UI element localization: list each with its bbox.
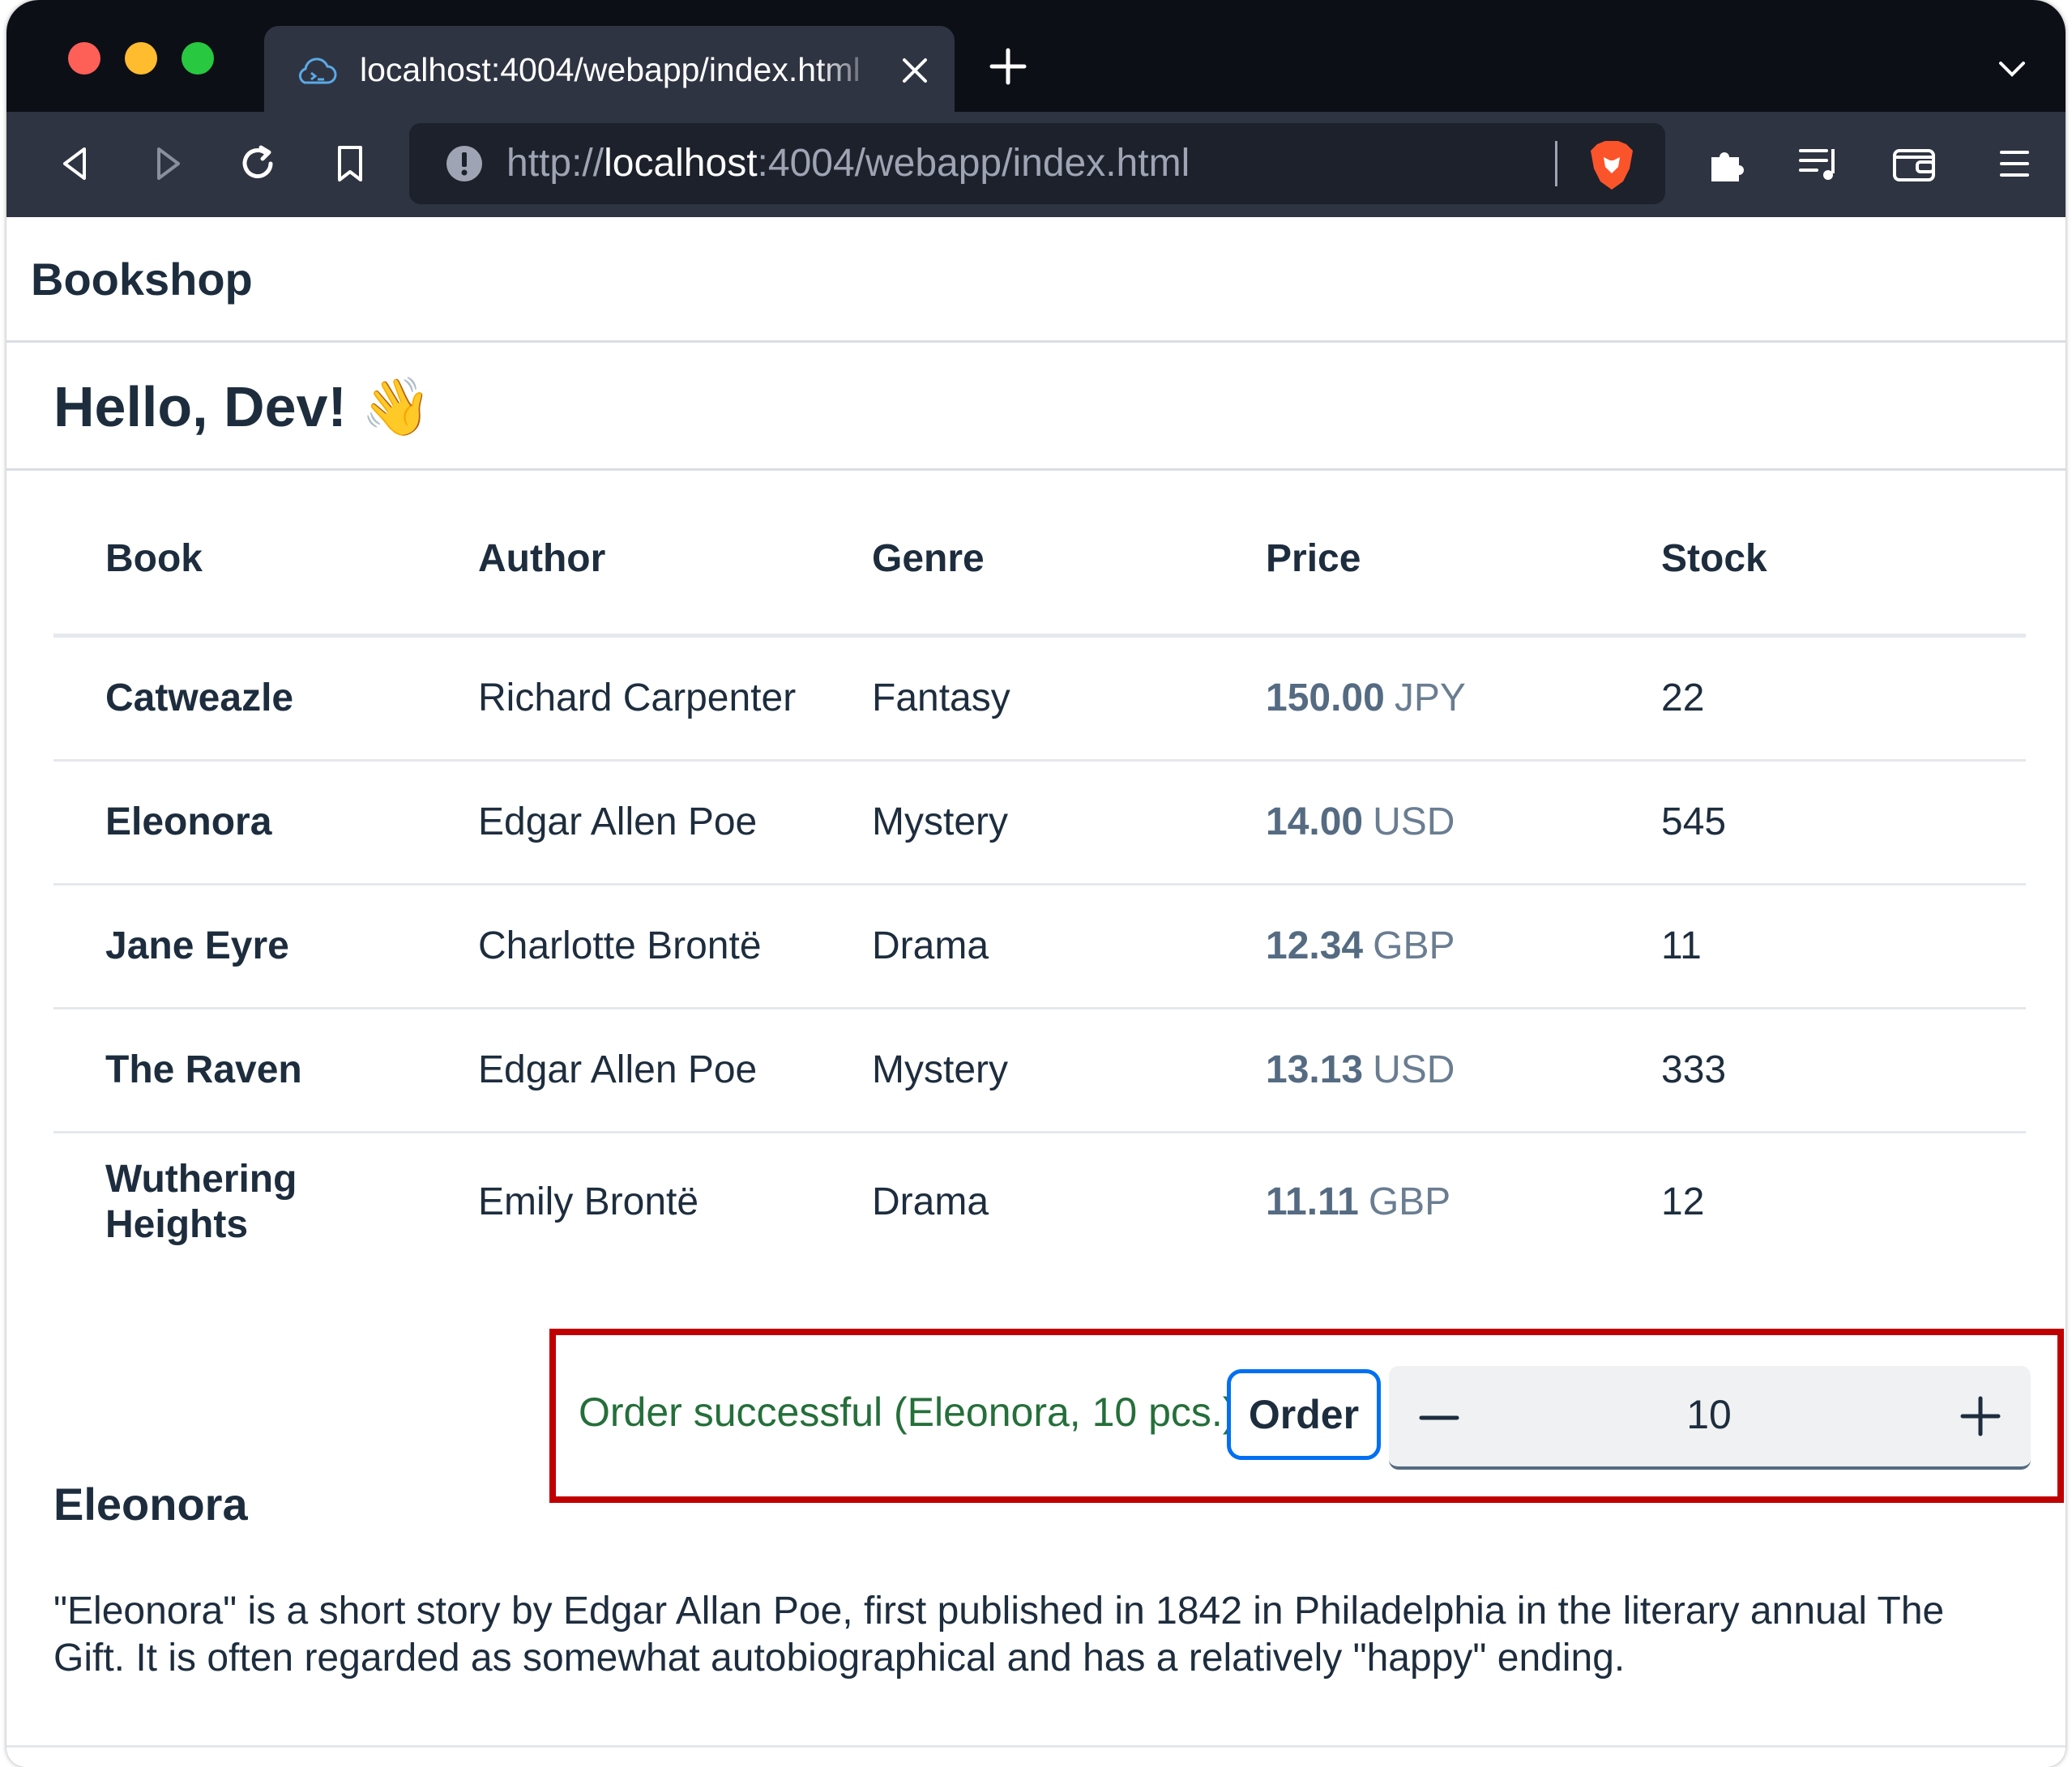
table-row[interactable]: The Raven Edgar Allen Poe Mystery 13.13 U… [53,1009,2026,1133]
minus-icon[interactable] [1416,1395,1462,1440]
table-row[interactable]: Wuthering Heights Emily Brontë Drama 11.… [53,1133,2026,1271]
plus-icon[interactable] [1958,1394,2003,1439]
playlist-icon[interactable] [1796,139,1844,188]
page-header: Hello, Dev! 👋 [6,343,2066,471]
order-button[interactable]: Order [1227,1369,1381,1460]
book-title-cell: Catweazle [105,676,294,719]
minimize-window-button[interactable] [125,42,157,75]
price-value: 11.11 [1266,1180,1359,1223]
cloud-icon [298,58,337,84]
puzzle-icon[interactable] [1703,139,1752,188]
quantity-input[interactable]: 10 [1486,1390,1932,1439]
detail-description: "Eleonora" is a short story by Edgar All… [53,1590,1945,1680]
greeting-text: Hello, Dev! [53,375,347,438]
author-cell: Charlotte Brontë [478,924,762,967]
url-scheme: http:// [506,142,605,185]
chevron-down-icon[interactable] [1996,53,2028,86]
column-header-genre[interactable]: Genre [872,536,985,581]
price-currency: USD [1373,800,1455,843]
price-cell: 11.11 GBP [1266,1180,1450,1225]
waving-hand-icon: 👋 [361,373,432,440]
books-table: Book Author Genre Price Stock Catweazle … [53,502,2026,1271]
maximize-window-button[interactable] [182,42,214,75]
column-header-author[interactable]: Author [478,536,605,581]
genre-cell: Drama [872,924,989,967]
genre-cell: Mystery [872,1048,1008,1091]
genre-cell: Drama [872,1180,989,1223]
page-title: Hello, Dev! 👋 [53,373,432,441]
tab-strip: localhost:4004/webapp/index.html [6,0,2066,113]
stock-cell: 22 [1661,676,1705,719]
book-title-cell: Wuthering Heights [105,1158,297,1246]
price-cell: 14.00 USD [1266,800,1455,845]
price-value: 14.00 [1266,800,1364,843]
browser-window: localhost:4004/webapp/index.html http://… [6,0,2066,1767]
book-title-cell: Jane Eyre [105,924,289,967]
close-icon[interactable] [901,57,929,84]
app-title[interactable]: Bookshop [31,253,253,305]
forward-icon[interactable] [143,139,191,188]
browser-toolbar: http://localhost:4004/webapp/index.html [6,112,2066,217]
column-header-price[interactable]: Price [1266,536,1361,581]
book-title-cell: The Raven [105,1048,302,1091]
stock-cell: 545 [1661,800,1727,843]
book-title-cell: Eleonora [105,800,272,843]
browser-tab[interactable]: localhost:4004/webapp/index.html [264,26,955,113]
price-cell: 13.13 USD [1266,1048,1455,1093]
detail-title: Eleonora [53,1479,248,1530]
author-cell: Edgar Allen Poe [478,1048,758,1091]
price-cell: 12.34 GBP [1266,924,1455,969]
divider [6,1745,2066,1748]
plus-icon[interactable] [989,47,1027,86]
stock-cell: 12 [1661,1180,1705,1223]
tab-title: localhost:4004/webapp/index.html [360,51,861,88]
author-cell: Richard Carpenter [478,676,797,719]
table-header: Book Author Genre Price Stock [53,502,2026,638]
reload-icon[interactable] [233,139,282,188]
price-value: 12.34 [1266,924,1364,967]
wallet-icon[interactable] [1890,139,1938,188]
stock-cell: 11 [1661,924,1702,967]
price-currency: JPY [1394,676,1466,719]
url-host: localhost [604,142,758,185]
genre-cell: Fantasy [872,676,1010,719]
table-row[interactable]: Catweazle Richard Carpenter Fantasy 150.… [53,638,2026,762]
table-row[interactable]: Eleonora Edgar Allen Poe Mystery 14.00 US… [53,762,2026,886]
price-currency: USD [1373,1048,1455,1091]
url-divider [1555,141,1557,186]
address-bar[interactable]: http://localhost:4004/webapp/index.html [409,123,1665,204]
hamburger-menu-icon[interactable] [1990,139,2039,188]
table-row[interactable]: Jane Eyre Charlotte Brontë Drama 12.34 GB… [53,886,2026,1009]
back-icon[interactable] [52,139,100,188]
bookmark-icon[interactable] [326,139,374,188]
app-shellbar: Bookshop [6,217,2066,343]
price-value: 13.13 [1266,1048,1364,1091]
author-cell: Emily Brontë [478,1180,699,1223]
column-header-stock[interactable]: Stock [1661,536,1767,581]
url-path: :4004/webapp/index.html [757,142,1190,185]
brave-lion-icon[interactable] [1587,139,1636,191]
info-icon[interactable] [445,144,484,183]
price-currency: GBP [1373,924,1455,967]
price-value: 150.00 [1266,676,1385,719]
close-window-button[interactable] [68,42,100,75]
order-status-message: Order successful (Eleonora, 10 pcs.) [579,1389,1237,1435]
price-currency: GBP [1368,1180,1451,1223]
quantity-stepper[interactable]: 10 [1389,1366,2031,1470]
price-cell: 150.00 JPY [1266,676,1466,721]
column-header-book[interactable]: Book [105,536,203,581]
genre-cell: Mystery [872,800,1008,843]
stock-cell: 333 [1661,1048,1727,1091]
url-text: http://localhost:4004/webapp/index.html [506,138,1190,190]
author-cell: Edgar Allen Poe [478,800,758,843]
